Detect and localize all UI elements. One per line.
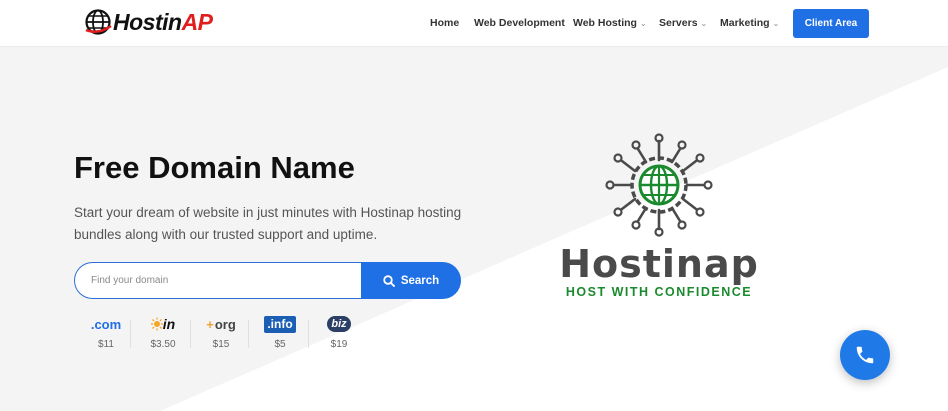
nav-web-development-label: Web Development: [474, 17, 565, 29]
tld-divider: [190, 320, 191, 348]
tld-biz-logo: biz: [319, 314, 359, 334]
chevron-down-icon: ⌄: [639, 19, 647, 28]
logo-text-part1: Hostin: [113, 8, 182, 35]
tld-biz-ext: biz: [327, 316, 351, 332]
tld-org-price: $15: [212, 339, 230, 350]
client-area-label: Client Area: [804, 18, 858, 29]
tld-in-price: $3.50: [150, 339, 176, 350]
tld-divider: [248, 320, 249, 348]
plus-icon: +: [206, 316, 214, 332]
tld-com-price: $11: [98, 339, 114, 350]
nav-web-development[interactable]: Web Development: [474, 17, 565, 29]
tld-info-logo: .info: [260, 314, 300, 334]
tld-org-logo: + org: [201, 314, 241, 334]
tld-item-info: .info $5: [260, 314, 300, 350]
nav-marketing[interactable]: Marketing ⌄: [720, 17, 779, 29]
logo-text: HostinAP: [113, 9, 213, 36]
network-globe-icon: [605, 133, 713, 237]
site-header: HostinAP Home Web Development Web Hostin…: [0, 0, 948, 47]
tld-item-com: .com $11: [86, 314, 126, 351]
nav-home[interactable]: Home: [430, 17, 459, 29]
domain-search-input[interactable]: [74, 262, 374, 299]
tld-item-org: + org $15: [201, 314, 241, 351]
site-logo[interactable]: HostinAP: [84, 6, 213, 38]
tld-com-ext: .com: [90, 316, 122, 332]
tld-item-in: in $3.50: [143, 314, 183, 350]
globe-icon: [85, 9, 112, 35]
tld-biz-price: $19: [330, 339, 348, 350]
nav-servers-label: Servers: [659, 17, 698, 29]
phone-icon: [856, 346, 874, 364]
tld-divider: [130, 320, 131, 348]
tld-item-biz: biz $19: [319, 314, 359, 350]
domain-search-form: Search: [74, 262, 461, 299]
chevron-down-icon: ⌄: [772, 19, 780, 28]
hero-subtitle: Start your dream of website in just minu…: [74, 205, 462, 242]
hero-title: Free Domain Name: [74, 150, 355, 185]
tld-in-logo: in: [143, 314, 183, 334]
tld-in-ext: in: [162, 316, 176, 332]
sun-icon: [150, 317, 163, 331]
tld-com-logo: .com: [86, 314, 126, 334]
tld-divider: [308, 320, 309, 348]
client-area-button[interactable]: Client Area: [793, 9, 869, 38]
nav-web-hosting-label: Web Hosting: [573, 17, 637, 29]
nav-home-label: Home: [430, 17, 460, 29]
chevron-down-icon: ⌄: [700, 19, 708, 28]
hostinap-brand-logo: Hostinap HOST WITH CONFIDENCE: [552, 133, 766, 303]
tld-info-price: $5: [274, 339, 286, 350]
brand-name: Hostinap: [559, 242, 759, 286]
search-button[interactable]: Search: [361, 262, 461, 299]
brand-tagline: HOST WITH CONFIDENCE: [565, 285, 753, 299]
nav-web-hosting[interactable]: Web Hosting ⌄: [573, 17, 647, 29]
call-button[interactable]: [840, 330, 890, 380]
logo-text-part2: AP: [181, 8, 213, 35]
search-icon: [383, 274, 395, 287]
nav-marketing-label: Marketing: [720, 17, 770, 29]
tld-org-ext: org: [214, 316, 236, 332]
tld-info-ext: .info: [264, 315, 296, 333]
nav-servers[interactable]: Servers ⌄: [659, 17, 707, 29]
search-button-label: Search: [400, 274, 440, 287]
